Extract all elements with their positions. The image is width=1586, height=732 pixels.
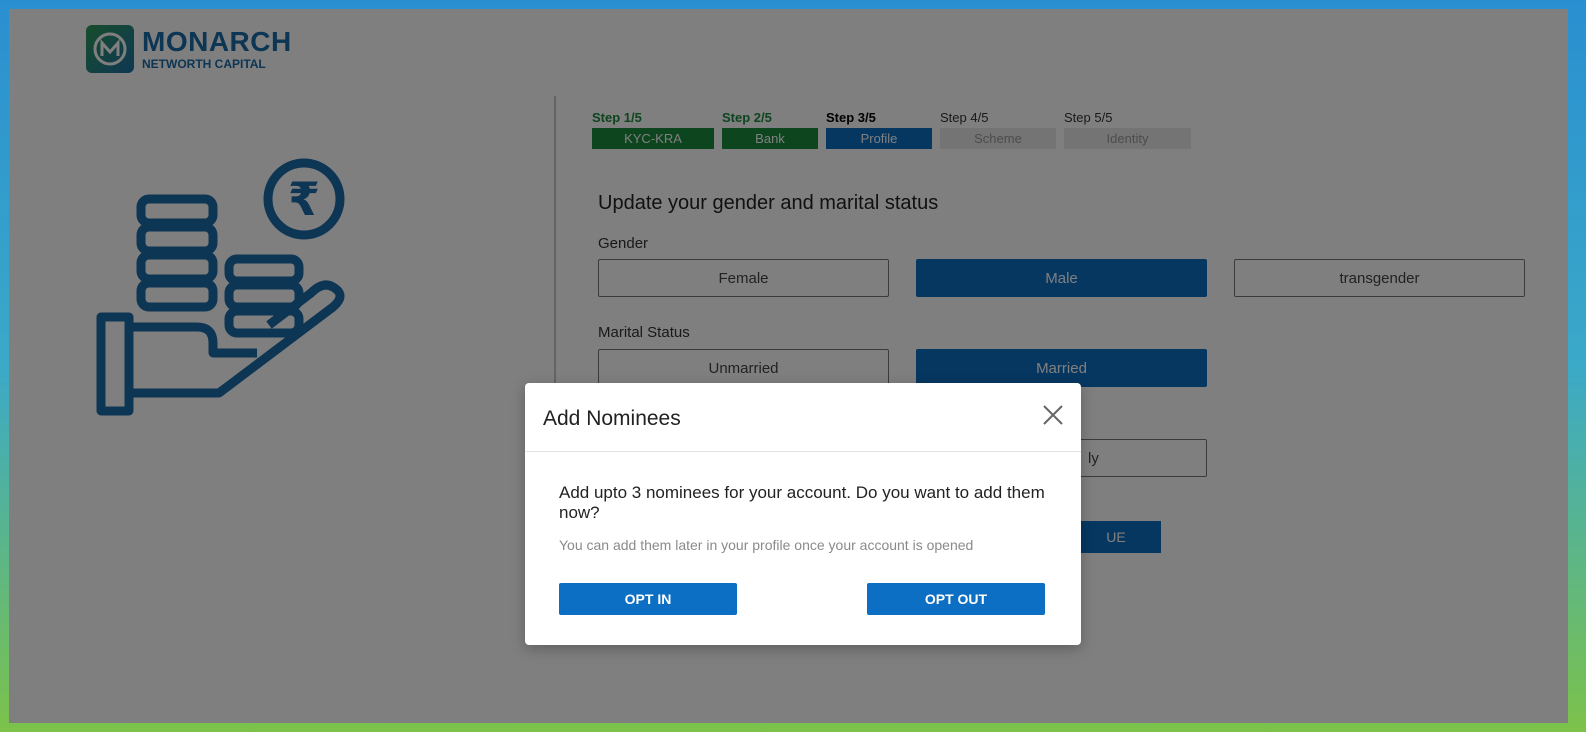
opt-out-button[interactable]: OPT OUT (867, 583, 1045, 615)
add-nominees-dialog: Add Nominees Add upto 3 nominees for you… (525, 383, 1081, 645)
dialog-subtext: You can add them later in your profile o… (559, 537, 974, 553)
close-icon[interactable] (1041, 403, 1065, 427)
dialog-header: Add Nominees (525, 383, 1081, 452)
dialog-title: Add Nominees (543, 407, 681, 430)
opt-in-button[interactable]: OPT IN (559, 583, 737, 615)
dialog-message: Add upto 3 nominees for your account. Do… (559, 483, 1045, 522)
page-frame: MONARCH NETWORTH CAPITAL ₹ St (9, 9, 1568, 723)
